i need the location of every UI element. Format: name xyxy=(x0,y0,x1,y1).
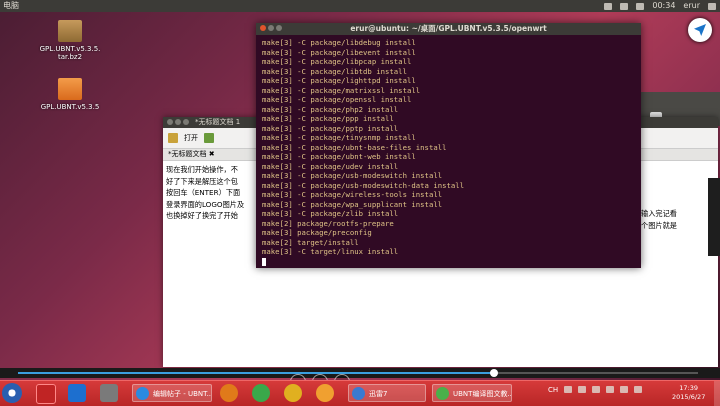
terminal-line: make[3] -C package/libpcap install xyxy=(262,57,412,66)
terminal-line: make[3] -C package/matrixssl install xyxy=(262,85,421,95)
system-tray: CH xyxy=(548,386,643,394)
terminal-titlebar[interactable]: erur@ubuntu: ~/桌面/GPL.UBNT.v5.3.5/openwr… xyxy=(256,23,641,35)
clock-time: 17:39 xyxy=(679,384,699,392)
terminal-line: make[3] -C target/linux install xyxy=(262,247,399,256)
terminal-title: erur@ubuntu: ~/桌面/GPL.UBNT.v5.3.5/openwr… xyxy=(350,24,547,33)
open-button[interactable]: 打开 xyxy=(184,133,198,143)
security-icon[interactable] xyxy=(252,384,270,402)
input-method-label[interactable]: CH xyxy=(548,386,558,394)
video-icon xyxy=(436,387,449,400)
app-bird-icon[interactable] xyxy=(688,18,712,42)
desktop-icon-label: GPL.UBNT.v5.3.5 xyxy=(40,103,100,111)
terminal-line: make[3] -C package/tinysnmp install xyxy=(262,133,416,142)
windows-taskbar: 编辑帖子 - UBNT... 迅雷7 UBNT编译图文教... CH 17:39… xyxy=(0,380,720,406)
folder-icon xyxy=(58,78,82,100)
terminal-line: make[2] target/install xyxy=(262,237,359,247)
desktop-icon[interactable] xyxy=(68,384,86,402)
tray-icon[interactable] xyxy=(592,386,601,393)
terminal-line: make[3] -C package/wpa_supplicant instal… xyxy=(262,199,443,209)
terminal-cursor xyxy=(262,257,635,267)
explorer-icon[interactable] xyxy=(100,384,118,402)
taskbar-task-label: 编辑帖子 - UBNT... xyxy=(153,390,212,398)
progress-fill xyxy=(18,372,494,374)
browser-icon[interactable] xyxy=(316,384,334,402)
close-icon[interactable] xyxy=(260,25,266,31)
maximize-icon[interactable] xyxy=(276,25,282,31)
clock-date: 2015/6/27 xyxy=(672,393,706,401)
minimize-icon[interactable] xyxy=(175,119,181,125)
taskbar-task-label: UBNT编译图文教... xyxy=(453,390,512,398)
tray-icon[interactable] xyxy=(578,386,587,393)
text-line: 输入完记看 xyxy=(641,209,677,218)
tab-label: *无标题文档 xyxy=(168,150,207,158)
start-button[interactable] xyxy=(2,383,22,403)
archive-icon xyxy=(58,20,82,42)
close-icon[interactable] xyxy=(167,119,173,125)
terminal-line: make[3] package/preconfig xyxy=(262,228,372,237)
app-icon[interactable] xyxy=(36,384,56,404)
terminal-line: make[3] -C package/ubnt-web install xyxy=(262,152,416,161)
panel-user[interactable]: erur xyxy=(683,0,700,12)
terminal-line: make[3] -C package/wireless-tools instal… xyxy=(262,190,443,199)
terminal-window[interactable]: erur@ubuntu: ~/桌面/GPL.UBNT.v5.3.5/openwr… xyxy=(256,23,641,268)
desktop-icon-label: GPL.UBNT.v5.3.5. tar.bz2 xyxy=(39,45,101,61)
network-icon[interactable] xyxy=(604,2,613,10)
volume-icon[interactable] xyxy=(620,386,629,393)
taskbar-clock[interactable]: 17:39 2015/6/27 xyxy=(672,384,705,402)
browser-icon xyxy=(136,387,149,400)
terminal-line: make[3] -C package/php2 install xyxy=(262,104,399,114)
gedit-title: *无标题文档 1 xyxy=(195,118,241,126)
volume-icon[interactable] xyxy=(620,2,629,10)
terminal-output[interactable]: make[3] -C package/libdebug install make… xyxy=(256,35,641,269)
terminal-line: make[3] -C package/libevent install xyxy=(262,47,416,57)
tab-close-icon[interactable]: ✖ xyxy=(209,150,215,158)
tray-icon[interactable] xyxy=(606,386,615,393)
terminal-line: make[3] -C package/ubnt-base-files insta… xyxy=(262,142,447,152)
desktop-icon-archive[interactable]: GPL.UBNT.v5.3.5. tar.bz2 xyxy=(30,20,110,61)
terminal-line: make[2] package/rootfs-prepare xyxy=(262,218,394,228)
player-side-tab[interactable] xyxy=(708,178,720,256)
terminal-line: make[3] -C package/usb-modeswitch-data i… xyxy=(262,180,465,190)
panel-clock[interactable]: 00:34 xyxy=(652,0,675,12)
terminal-line: make[3] -C package/pptp install xyxy=(262,123,399,133)
terminal-line: make[3] -C package/usb-modeswitch instal… xyxy=(262,171,443,180)
desktop-icon-folder[interactable]: GPL.UBNT.v5.3.5 xyxy=(30,78,110,111)
chrome-icon[interactable] xyxy=(284,384,302,402)
taskbar-task-label: 迅雷7 xyxy=(369,390,388,398)
show-desktop-button[interactable] xyxy=(714,381,720,406)
terminal-line: make[3] -C package/libtdb install xyxy=(262,66,407,76)
mail-icon[interactable] xyxy=(636,2,645,10)
panel-left-label[interactable]: 电脑 xyxy=(3,0,19,12)
new-document-icon[interactable] xyxy=(168,133,178,143)
terminal-line: make[3] -C package/zlib install xyxy=(262,209,399,218)
terminal-line: make[3] -C package/openssl install xyxy=(262,95,412,104)
save-icon[interactable] xyxy=(204,133,214,143)
terminal-line: make[3] -C package/lighttpd install xyxy=(262,76,416,85)
terminal-line: make[3] -C package/udev install xyxy=(262,161,399,171)
ubuntu-top-panel: 电脑 00:34 erur xyxy=(0,0,720,12)
tray-icon[interactable] xyxy=(564,386,573,393)
network-icon[interactable] xyxy=(634,386,643,393)
thunder-icon xyxy=(352,387,365,400)
taskbar-task[interactable]: 迅雷7 xyxy=(348,384,426,402)
video-progress-bar[interactable] xyxy=(0,368,720,378)
firefox-icon[interactable] xyxy=(220,384,238,402)
text-line: 个图片就是 xyxy=(641,220,677,230)
gedit-right-text: 输入完记看 个图片就是 xyxy=(641,208,716,231)
terminal-line: make[3] -C package/ppp install xyxy=(262,114,394,123)
taskbar-task[interactable]: UBNT编译图文教... xyxy=(432,384,512,402)
minimize-icon[interactable] xyxy=(268,25,274,31)
terminal-line: make[3] -C package/libdebug install xyxy=(262,38,416,47)
progress-knob[interactable] xyxy=(490,369,498,377)
power-icon[interactable] xyxy=(708,2,716,10)
taskbar-task[interactable]: 编辑帖子 - UBNT... xyxy=(132,384,212,402)
maximize-icon[interactable] xyxy=(183,119,189,125)
